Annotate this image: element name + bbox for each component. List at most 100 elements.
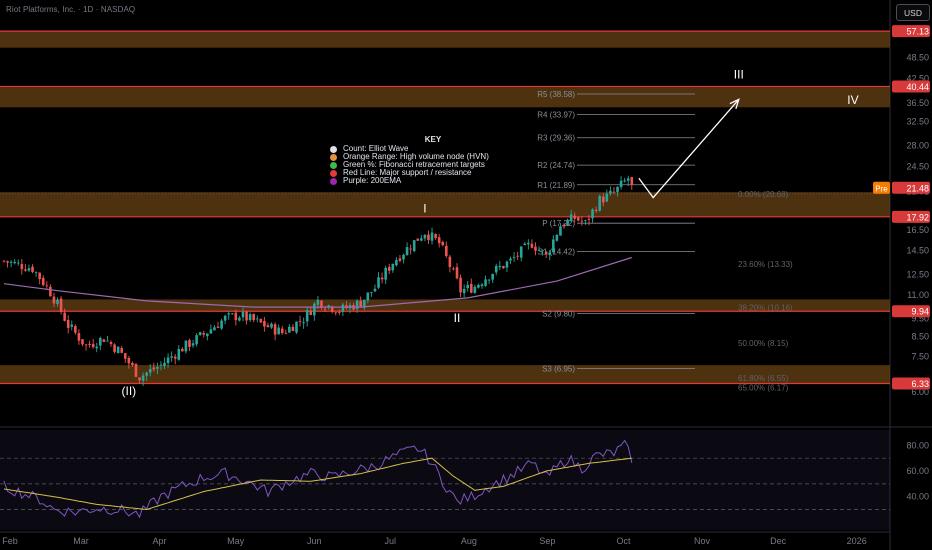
candle	[38, 272, 41, 280]
candle	[116, 346, 120, 354]
candle	[252, 314, 255, 321]
fib-label-5: 65.00% (6.17)	[738, 384, 789, 393]
candle	[537, 249, 541, 251]
candle	[166, 357, 170, 364]
candle	[630, 177, 634, 186]
candle	[341, 304, 345, 312]
candle	[2, 260, 6, 262]
key-dot-icon	[330, 161, 337, 169]
candle	[473, 286, 477, 293]
currency-button[interactable]: USD	[896, 4, 930, 21]
price-badge-label-0: 57.13	[906, 27, 929, 37]
candle	[619, 180, 623, 188]
candle	[206, 333, 209, 337]
candle	[405, 247, 409, 256]
candle	[280, 328, 284, 333]
candle	[131, 362, 134, 365]
candle	[102, 339, 106, 342]
candle	[99, 337, 102, 346]
candle	[127, 357, 131, 364]
candle	[220, 320, 223, 329]
fib-label-4: 61.80% (6.55)	[738, 374, 789, 383]
pivot-label-2: R3 (29.36)	[537, 134, 575, 143]
candle	[145, 372, 148, 376]
candle	[412, 240, 416, 252]
candle	[27, 268, 31, 271]
candle	[423, 234, 427, 239]
candle	[195, 335, 198, 345]
candle	[202, 333, 206, 335]
candle	[391, 263, 395, 271]
candle	[395, 260, 398, 266]
key-item-label: Purple: 200EMA	[343, 176, 402, 185]
candle	[209, 329, 213, 334]
key-item-4: Purple: 200EMA	[330, 177, 536, 185]
candle	[598, 196, 601, 211]
candle	[494, 265, 498, 273]
candle	[373, 288, 377, 292]
candle	[305, 310, 309, 322]
fib-label-0: 0.00% (20.68)	[738, 190, 789, 199]
key-dot-icon	[330, 169, 337, 177]
candle	[491, 273, 494, 280]
price-chart[interactable]: R5 (38.58) R4 (33.97) R3 (29.36) R2 (24.74)…	[0, 0, 932, 550]
candle	[384, 267, 387, 280]
candle	[52, 296, 56, 304]
candle	[95, 346, 99, 349]
candle	[31, 266, 34, 272]
candle	[259, 318, 263, 323]
price-badge-label-3: 17.92	[906, 212, 929, 222]
candle	[591, 209, 594, 219]
candle	[91, 343, 95, 348]
pivot-label-3: R2 (24.74)	[537, 161, 575, 170]
fib-label-3: 50.00% (8.15)	[738, 339, 789, 348]
candle	[498, 266, 502, 268]
candle	[580, 220, 584, 222]
y-tick-label-9: 24.50	[906, 162, 929, 172]
candle	[138, 377, 141, 381]
candle	[605, 193, 609, 202]
candle	[184, 340, 188, 352]
candle	[548, 252, 552, 256]
x-tick-label-10: Dec	[770, 536, 787, 546]
pivot-label-8: S3 (6.95)	[542, 365, 575, 374]
candle	[216, 326, 220, 328]
candle	[141, 375, 145, 381]
candle	[512, 257, 516, 258]
wave-label-2: II	[454, 311, 461, 325]
candle	[152, 367, 156, 370]
candle	[88, 343, 91, 345]
y-tick-label-11: 32.50	[906, 116, 929, 126]
candle	[541, 250, 544, 252]
candle	[284, 332, 288, 334]
candle	[81, 339, 84, 345]
x-tick-label-7: Sep	[539, 536, 555, 546]
candle	[569, 214, 573, 222]
candle	[484, 279, 487, 286]
price-badge-label-1: 40.44	[906, 82, 929, 92]
candle	[106, 340, 109, 342]
candle	[609, 190, 612, 194]
candle	[45, 285, 49, 287]
candle	[74, 326, 77, 333]
candle	[213, 327, 216, 331]
candle	[594, 209, 598, 211]
candle	[238, 317, 241, 321]
candle	[466, 284, 470, 289]
candle	[313, 303, 316, 316]
candle	[441, 241, 445, 246]
x-tick-label-5: Jul	[384, 536, 396, 546]
candle	[430, 232, 434, 241]
candle	[148, 369, 152, 373]
candle	[288, 326, 291, 333]
candle	[334, 312, 338, 314]
candle	[530, 243, 534, 248]
candle	[559, 226, 562, 236]
candle	[41, 277, 45, 286]
key-title: KEY	[424, 135, 442, 144]
candle	[223, 315, 227, 321]
candle	[480, 284, 484, 287]
y-tick-label-10: 28.00	[906, 140, 929, 150]
candle	[359, 300, 362, 307]
pivot-label-7: S2 (9.80)	[542, 309, 575, 318]
